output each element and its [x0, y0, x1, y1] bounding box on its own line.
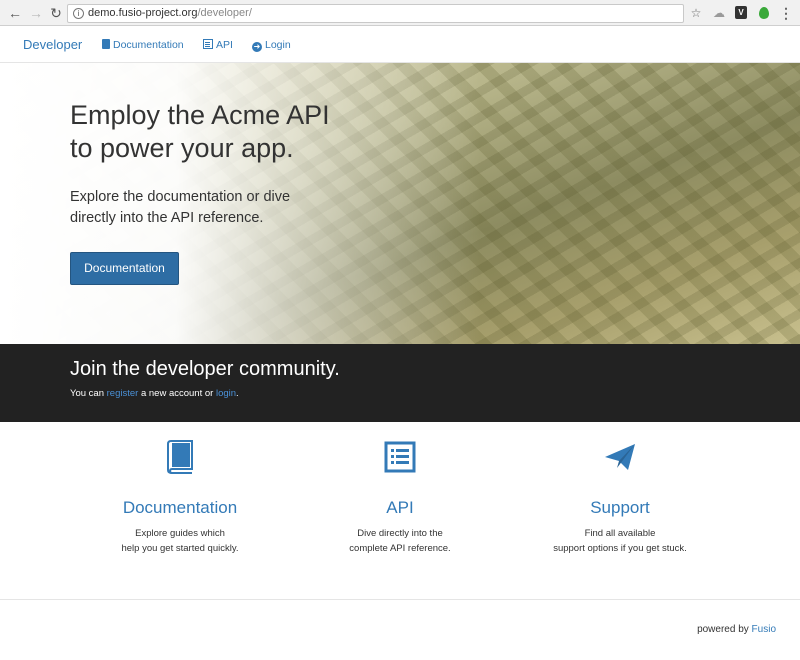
feature-support-title[interactable]: Support [510, 498, 730, 518]
feature-api: API Dive directly into the complete API … [290, 440, 510, 556]
community-text: You can register a new account or login. [70, 388, 239, 399]
star-icon[interactable]: ☆ [689, 6, 703, 20]
register-link[interactable]: register [107, 388, 139, 399]
footer-prefix: powered by [697, 624, 752, 635]
nav-api-link[interactable]: API [203, 39, 233, 51]
feature-documentation-desc-line1: Explore guides which [135, 528, 225, 539]
hero-subtitle-line1: Explore the documentation or dive [70, 189, 291, 205]
brand-link[interactable]: Developer [23, 37, 82, 52]
hero-subtitle: Explore the documentation or dive direct… [70, 187, 330, 229]
feature-support-desc: Find all available support options if yo… [510, 526, 730, 556]
back-icon[interactable]: ← [6, 4, 24, 22]
hero-title-line2: to power your app. [70, 133, 294, 163]
feature-documentation-desc: Explore guides which help you get starte… [70, 526, 290, 556]
hero-section: Employ the Acme API to power your app. E… [0, 63, 800, 344]
community-text-middle: a new account or [138, 388, 216, 399]
book-icon[interactable] [164, 440, 196, 474]
nav-login-link[interactable]: ➜ Login [252, 39, 291, 52]
forward-icon[interactable]: → [27, 4, 45, 22]
address-bar[interactable]: i demo.fusio-project.org/developer/ [67, 4, 684, 23]
login-link[interactable]: login [216, 388, 236, 399]
login-icon: ➜ [252, 42, 262, 52]
feature-api-title[interactable]: API [290, 498, 510, 518]
shield-icon[interactable]: V [735, 6, 747, 19]
community-text-suffix: . [236, 388, 239, 399]
info-icon[interactable]: i [73, 8, 84, 19]
book-icon [102, 39, 110, 49]
community-title: Join the developer community. [70, 358, 340, 380]
paper-plane-icon[interactable] [604, 440, 636, 474]
nav-documentation-label: Documentation [113, 39, 184, 51]
footer: powered by Fusio [697, 624, 776, 635]
feature-documentation-title[interactable]: Documentation [70, 498, 290, 518]
feature-support-desc-line1: Find all available [584, 528, 656, 539]
url-path: /developer/ [197, 7, 252, 19]
footer-divider [0, 599, 800, 600]
leaf-icon[interactable] [757, 6, 771, 20]
feature-support-desc-line2: support options if you get stuck. [553, 543, 687, 554]
list-icon[interactable] [384, 440, 416, 474]
nav-login-label: Login [265, 39, 291, 51]
nav-api-label: API [216, 39, 233, 51]
nav-documentation-link[interactable]: Documentation [102, 39, 184, 51]
cloud-icon[interactable]: ☁ [712, 6, 726, 20]
hero-subtitle-line2: directly into the API reference. [70, 210, 264, 226]
community-band: Join the developer community. You can re… [0, 344, 800, 422]
hero-title-line1: Employ the Acme API [70, 100, 330, 130]
feature-documentation-desc-line2: help you get started quickly. [121, 543, 239, 554]
top-navbar: Developer Documentation API ➜ Login [0, 27, 800, 63]
url-host: demo.fusio-project.org [88, 7, 198, 19]
list-icon [203, 39, 213, 49]
documentation-button[interactable]: Documentation [70, 252, 179, 285]
feature-api-desc-line1: Dive directly into the [357, 528, 443, 539]
feature-api-desc-line2: complete API reference. [349, 543, 451, 554]
community-text-prefix: You can [70, 388, 107, 399]
feature-api-desc: Dive directly into the complete API refe… [290, 526, 510, 556]
menu-icon[interactable]: ⋮ [779, 6, 793, 20]
reload-icon[interactable]: ↻ [47, 4, 65, 22]
browser-toolbar: ← → ↻ i demo.fusio-project.org/developer… [0, 0, 800, 26]
feature-support: Support Find all available support optio… [510, 440, 730, 556]
fusio-link[interactable]: Fusio [752, 624, 776, 635]
feature-documentation: Documentation Explore guides which help … [70, 440, 290, 556]
hero-title: Employ the Acme API to power your app. [70, 99, 400, 165]
